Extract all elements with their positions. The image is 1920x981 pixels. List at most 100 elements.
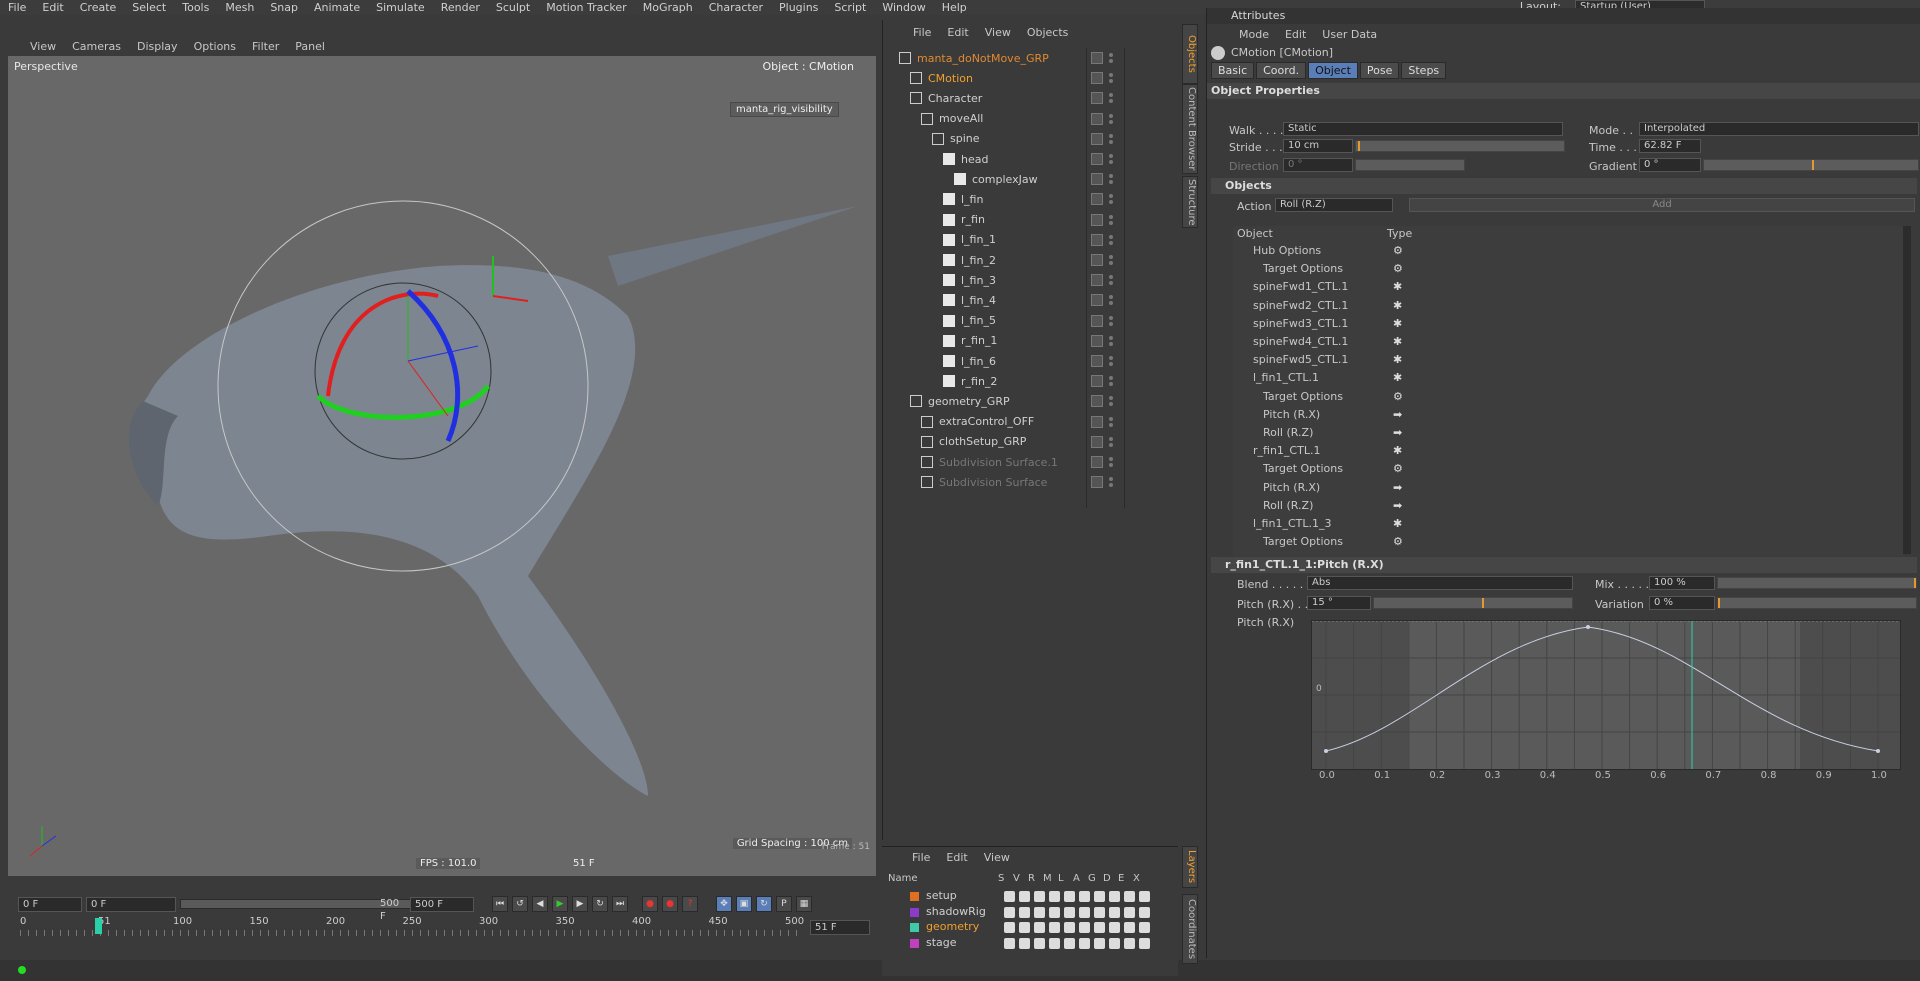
objects-section-header[interactable]: Objects xyxy=(1211,178,1917,194)
layer-toggle-icon[interactable] xyxy=(1124,891,1135,902)
visibility-toggle[interactable] xyxy=(1091,415,1103,428)
scale-key-icon[interactable]: ▣ xyxy=(736,896,752,912)
menu-edit[interactable]: Edit xyxy=(34,1,71,14)
layer-toggle-icon[interactable] xyxy=(1034,922,1045,933)
viewport-menu-filter[interactable]: Filter xyxy=(244,40,287,53)
object-row[interactable]: l_fin_3 xyxy=(883,270,1179,290)
layer-toggle-icon[interactable] xyxy=(1079,891,1090,902)
pitch-section-header[interactable]: r_fin1_CTL.1_1:Pitch (R.X) xyxy=(1211,557,1917,573)
visibility-toggle[interactable] xyxy=(1091,314,1103,327)
menu-tools[interactable]: Tools xyxy=(174,1,217,14)
tab-basic[interactable]: Basic xyxy=(1211,62,1255,79)
tab-coord[interactable]: Coord. xyxy=(1256,62,1307,79)
layer-color-swatch[interactable] xyxy=(910,938,919,948)
menu-select[interactable]: Select xyxy=(124,1,174,14)
layer-toggle-icon[interactable] xyxy=(1094,906,1105,918)
goto-end-icon[interactable]: ⏭ xyxy=(612,896,628,912)
visibility-toggle[interactable] xyxy=(1091,456,1103,468)
render-dots[interactable] xyxy=(1109,154,1113,164)
object-row[interactable]: l_fin_6 xyxy=(883,351,1179,371)
object-row[interactable]: l_fin xyxy=(883,189,1179,209)
object-row[interactable]: moveAll xyxy=(883,109,1179,129)
render-dots[interactable] xyxy=(1109,376,1113,387)
record-icon[interactable]: ● xyxy=(642,896,658,912)
render-dots[interactable] xyxy=(1109,295,1113,306)
visibility-toggle[interactable] xyxy=(1091,294,1103,307)
object-row[interactable]: l_fin_1 xyxy=(883,230,1179,250)
menu-mograph[interactable]: MoGraph xyxy=(635,1,701,14)
render-dots[interactable] xyxy=(1109,396,1113,407)
visibility-toggle[interactable] xyxy=(1091,435,1103,448)
render-dots[interactable] xyxy=(1109,133,1113,144)
layers-menu-view[interactable]: View xyxy=(976,851,1018,864)
visibility-toggle[interactable] xyxy=(1091,132,1103,145)
object-list-row[interactable]: Roll (R.Z) ➡ xyxy=(1233,424,1903,442)
variation-slider[interactable] xyxy=(1717,597,1917,609)
visibility-toggle[interactable] xyxy=(1091,112,1103,125)
render-dots[interactable] xyxy=(1109,416,1113,427)
layer-toggle-icon[interactable] xyxy=(1079,937,1090,949)
layer-toggle-icon[interactable] xyxy=(1124,906,1135,918)
object-list-row[interactable]: Pitch (R.X) ➡ xyxy=(1233,479,1903,497)
next-key-icon[interactable]: ↻ xyxy=(592,896,608,912)
attributes-menu-user-data[interactable]: User Data xyxy=(1314,28,1385,41)
render-dots[interactable] xyxy=(1109,214,1113,225)
render-dots[interactable] xyxy=(1109,174,1113,185)
prev-frame-icon[interactable]: ◀ xyxy=(532,896,548,912)
manta-model[interactable] xyxy=(8,56,876,876)
visibility-toggle[interactable] xyxy=(1091,274,1103,287)
object-list-row[interactable]: spineFwd3_CTL.1 ✱ xyxy=(1233,315,1903,333)
menu-help[interactable]: Help xyxy=(934,1,975,14)
current-frame-field[interactable]: 51 F xyxy=(810,920,870,935)
render-dots[interactable] xyxy=(1109,315,1113,326)
menu-animate[interactable]: Animate xyxy=(306,1,368,14)
position-key-icon[interactable]: ✥ xyxy=(716,896,732,912)
layer-toggle-icon[interactable] xyxy=(1109,922,1120,933)
tab-steps[interactable]: Steps xyxy=(1401,62,1447,79)
layer-toggle-icon[interactable] xyxy=(1124,937,1135,949)
menu-plugins[interactable]: Plugins xyxy=(771,1,826,14)
object-row[interactable]: r_fin_1 xyxy=(883,331,1179,351)
time-field[interactable]: 62.82 F xyxy=(1639,139,1701,153)
object-row[interactable]: clothSetup_GRP xyxy=(883,432,1179,452)
object-list-row[interactable]: r_fin1_CTL.1 ✱ xyxy=(1233,442,1903,460)
layer-toggle-icon[interactable] xyxy=(1049,937,1060,949)
mix-slider[interactable] xyxy=(1717,577,1917,589)
layer-toggle-icon[interactable] xyxy=(1064,922,1075,933)
object-row[interactable]: l_fin_5 xyxy=(883,311,1179,331)
layer-toggle-icon[interactable] xyxy=(1079,906,1090,918)
side-tab-coordinates[interactable]: Coordinates xyxy=(1182,894,1198,964)
render-dots[interactable] xyxy=(1109,436,1113,447)
objects-menu-view[interactable]: View xyxy=(977,26,1019,39)
layer-toggle-icon[interactable] xyxy=(1094,937,1105,949)
attributes-menu-mode[interactable]: Mode xyxy=(1231,28,1277,41)
render-dots[interactable] xyxy=(1109,93,1113,104)
layer-toggles[interactable] xyxy=(1004,891,1150,902)
visibility-toggle[interactable] xyxy=(1091,355,1103,367)
render-dots[interactable] xyxy=(1109,113,1113,124)
render-dots[interactable] xyxy=(1109,477,1113,488)
object-list-row[interactable]: spineFwd2_CTL.1 ✱ xyxy=(1233,297,1903,315)
menu-sculpt[interactable]: Sculpt xyxy=(488,1,538,14)
layer-toggle-icon[interactable] xyxy=(1019,891,1030,902)
visibility-toggle[interactable] xyxy=(1091,254,1103,266)
menu-script[interactable]: Script xyxy=(826,1,874,14)
object-list-row[interactable]: Target Options ⚙ xyxy=(1233,260,1903,278)
visibility-toggle[interactable] xyxy=(1091,334,1103,347)
menu-window[interactable]: Window xyxy=(874,1,933,14)
layer-color-swatch[interactable] xyxy=(910,923,919,932)
visibility-toggle[interactable] xyxy=(1091,476,1103,489)
layer-toggle-icon[interactable] xyxy=(1019,906,1030,918)
mode-dropdown[interactable]: Interpolated xyxy=(1639,122,1919,136)
layer-toggle-icon[interactable] xyxy=(1139,937,1150,949)
object-list-row[interactable]: l_fin1_CTL.1 ✱ xyxy=(1233,369,1903,387)
viewport-menu-display[interactable]: Display xyxy=(129,40,186,53)
layer-row[interactable]: shadowRig xyxy=(886,905,1176,920)
render-dots[interactable] xyxy=(1109,255,1113,265)
viewport-menu-panel[interactable]: Panel xyxy=(287,40,333,53)
layers-menu-edit[interactable]: Edit xyxy=(938,851,975,864)
menu-motion-tracker[interactable]: Motion Tracker xyxy=(538,1,634,14)
render-dots[interactable] xyxy=(1109,275,1113,286)
render-dots[interactable] xyxy=(1109,335,1113,346)
layer-toggle-icon[interactable] xyxy=(1034,937,1045,949)
